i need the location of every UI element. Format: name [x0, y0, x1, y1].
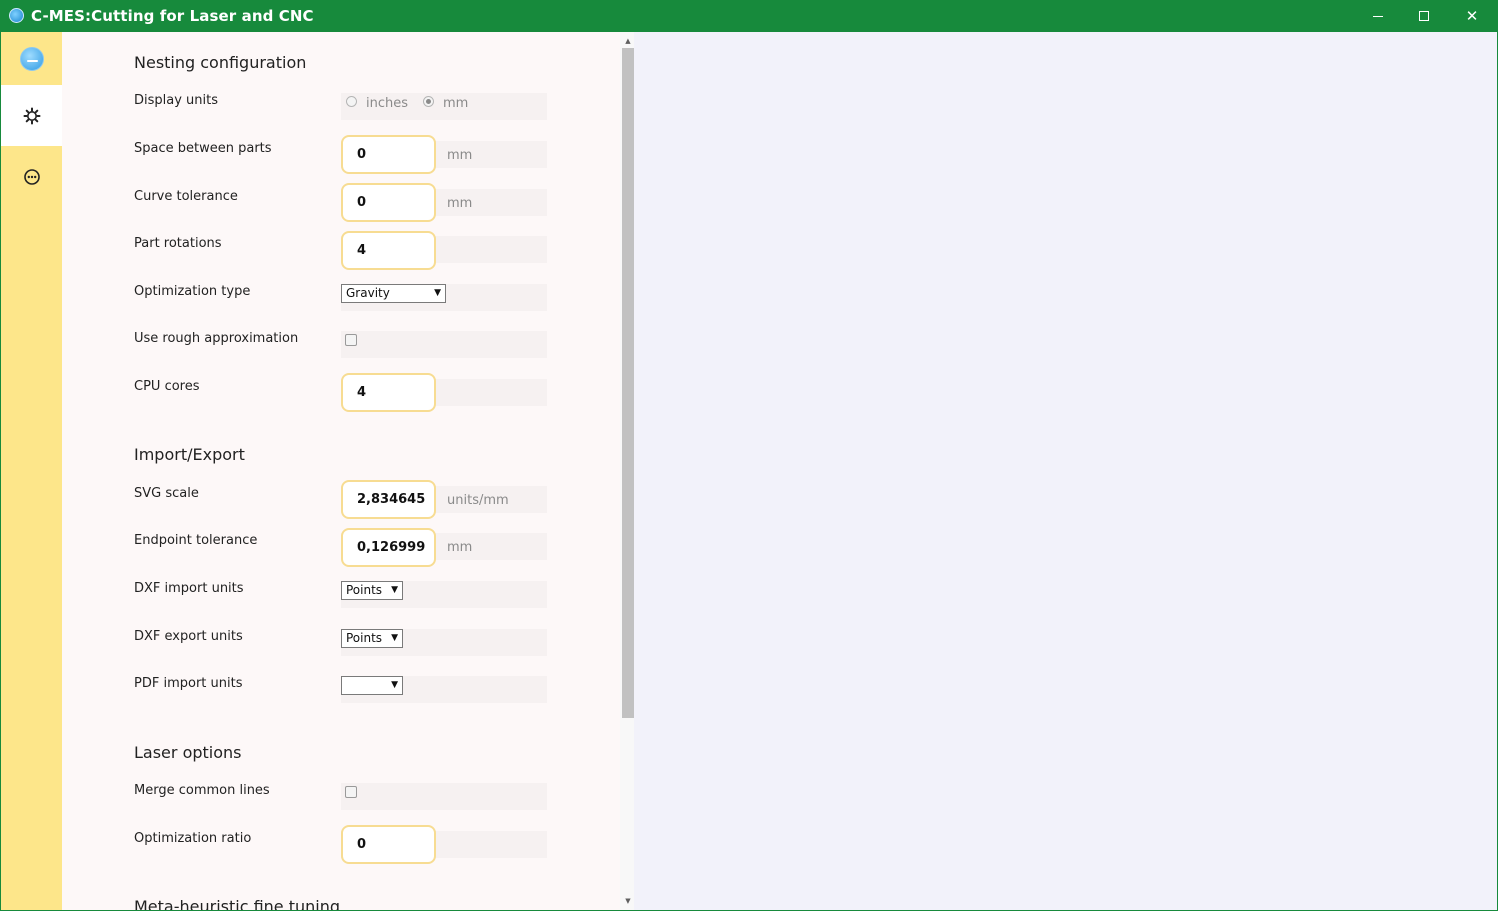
section-title-metaheuristic: Meta-heuristic fine tuning: [134, 897, 341, 910]
optimization-type-select[interactable]: Gravity ▼: [341, 284, 446, 303]
section-title-nesting: Nesting configuration: [134, 53, 307, 72]
gear-icon: [23, 107, 40, 124]
scroll-down-arrow-icon[interactable]: ▼: [622, 894, 634, 908]
dxf-import-units-select[interactable]: Points ▼: [341, 581, 403, 600]
svg-scale-input[interactable]: 2,834645: [341, 480, 436, 519]
sidebar: [1, 32, 62, 910]
dxf-export-units-value: Points: [346, 631, 383, 645]
info-icon: [23, 168, 40, 185]
radio-inches-label: inches: [366, 96, 409, 111]
settings-panel: Nesting configuration Display units inch…: [62, 32, 620, 910]
display-units-label: Display units: [134, 93, 219, 108]
cpu-cores-input[interactable]: 4: [341, 373, 436, 412]
optimization-ratio-label: Optimization ratio: [134, 831, 252, 846]
scroll-up-arrow-icon[interactable]: ▲: [622, 34, 634, 48]
dxf-export-units-select[interactable]: Points ▼: [341, 629, 403, 648]
maximize-icon: [1419, 11, 1429, 21]
section-title-laser: Laser options: [134, 743, 242, 762]
space-between-parts-input[interactable]: 0: [341, 135, 436, 174]
pdf-import-units-select[interactable]: ▼: [341, 676, 403, 695]
dxf-export-units-label: DXF export units: [134, 629, 243, 644]
sidebar-item-settings[interactable]: [1, 85, 62, 146]
app-logo-icon: [19, 46, 44, 71]
svg-scale-label: SVG scale: [134, 486, 199, 501]
minimize-icon: [1373, 16, 1383, 17]
close-button[interactable]: ✕: [1449, 0, 1495, 32]
rough-approx-label: Use rough approximation: [134, 331, 299, 346]
dropdown-arrow-icon: ▼: [391, 585, 398, 595]
part-rotations-input[interactable]: 4: [341, 231, 436, 270]
radio-inches[interactable]: [346, 96, 357, 107]
minimize-button[interactable]: [1355, 0, 1401, 32]
app-icon: [9, 8, 24, 23]
radio-mm-label: mm: [443, 96, 469, 111]
endpoint-tolerance-unit: mm: [447, 540, 473, 555]
cpu-cores-label: CPU cores: [134, 379, 200, 394]
panel-scrollbar[interactable]: ▲ ▼: [620, 32, 634, 910]
radio-mm[interactable]: [423, 96, 434, 107]
sidebar-item-home[interactable]: [1, 32, 62, 85]
optimization-ratio-input[interactable]: 0: [341, 825, 436, 864]
dxf-import-units-label: DXF import units: [134, 581, 244, 596]
part-rotations-label: Part rotations: [134, 236, 222, 251]
dropdown-arrow-icon: ▼: [434, 288, 441, 298]
space-between-parts-unit: mm: [447, 148, 473, 163]
dropdown-arrow-icon: ▼: [391, 680, 398, 690]
endpoint-tolerance-label: Endpoint tolerance: [134, 533, 258, 548]
endpoint-tolerance-input[interactable]: 0,126999: [341, 528, 436, 567]
scroll-thumb[interactable]: [622, 48, 634, 718]
pdf-import-units-label: PDF import units: [134, 676, 243, 691]
space-between-parts-label: Space between parts: [134, 141, 272, 156]
optimization-type-value: Gravity: [346, 286, 390, 300]
maximize-button[interactable]: [1401, 0, 1447, 32]
rough-approx-checkbox[interactable]: [345, 334, 357, 346]
merge-common-lines-field: [341, 783, 547, 810]
curve-tolerance-unit: mm: [447, 196, 473, 211]
merge-common-lines-checkbox[interactable]: [345, 786, 357, 798]
optimization-type-label: Optimization type: [134, 284, 251, 299]
merge-common-lines-label: Merge common lines: [134, 783, 270, 798]
curve-tolerance-label: Curve tolerance: [134, 189, 238, 204]
curve-tolerance-input[interactable]: 0: [341, 183, 436, 222]
svg-scale-unit: units/mm: [447, 493, 509, 508]
dropdown-arrow-icon: ▼: [391, 633, 398, 643]
dxf-import-units-value: Points: [346, 583, 383, 597]
title-bar: C-MES:Cutting for Laser and CNC ✕: [0, 0, 1498, 32]
sidebar-item-info[interactable]: [1, 150, 62, 203]
nesting-workspace: [634, 32, 1497, 910]
window-title: C-MES:Cutting for Laser and CNC: [31, 7, 314, 25]
rough-approx-field: [341, 331, 547, 358]
section-title-import-export: Import/Export: [134, 445, 245, 464]
